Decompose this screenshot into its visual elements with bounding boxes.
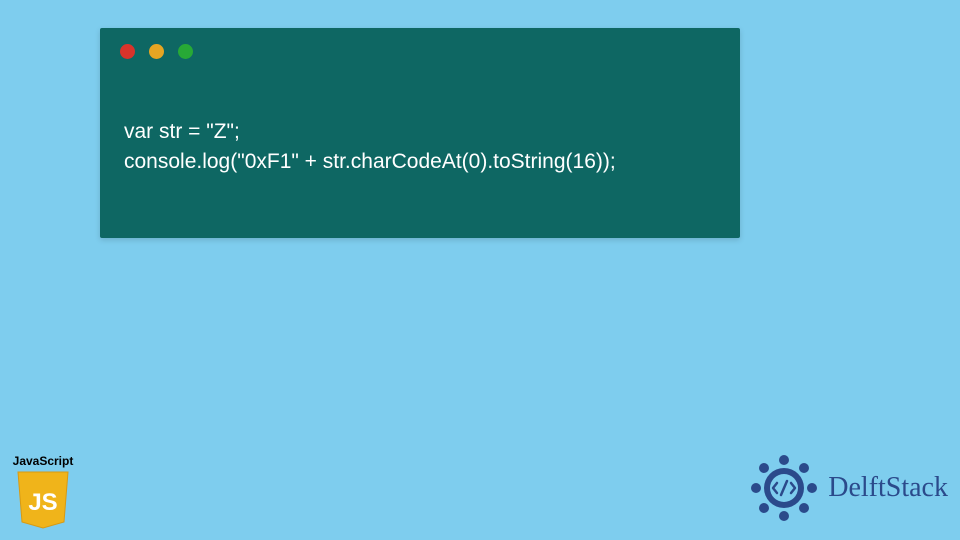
delftstack-brand: DelftStack (748, 452, 948, 524)
delftstack-brand-text: DelftStack (828, 472, 948, 504)
javascript-badge: JavaScript JS (8, 454, 78, 530)
code-window: var str = "Z"; console.log("0xF1" + str.… (100, 28, 740, 238)
close-icon[interactable] (120, 44, 135, 59)
javascript-label: JavaScript (8, 454, 78, 468)
js-shield-text: JS (28, 489, 57, 516)
code-line-1: var str = "Z"; (124, 120, 240, 143)
code-line-2: console.log("0xF1" + str.charCodeAt(0).t… (124, 150, 616, 173)
maximize-icon[interactable] (178, 44, 193, 59)
window-traffic-lights (100, 28, 740, 67)
minimize-icon[interactable] (149, 44, 164, 59)
delftstack-logo-icon (748, 452, 820, 524)
code-block: var str = "Z"; console.log("0xF1" + str.… (100, 67, 740, 202)
javascript-shield-icon: JS (15, 470, 71, 530)
